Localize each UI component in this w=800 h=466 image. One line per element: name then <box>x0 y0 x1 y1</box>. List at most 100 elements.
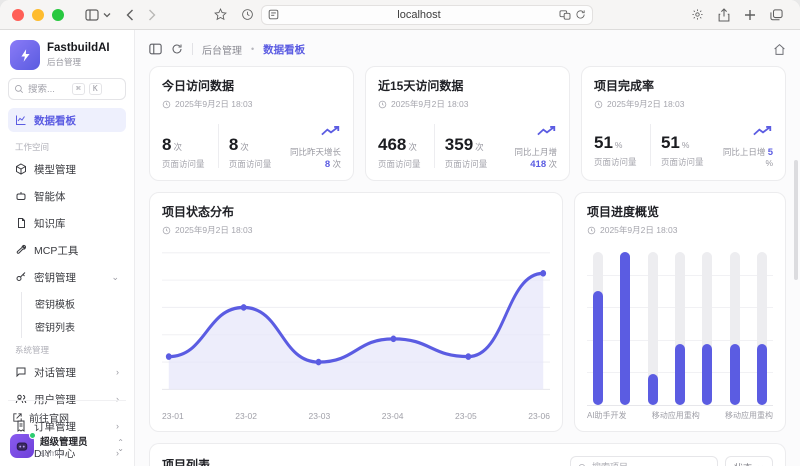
history-clock-icon[interactable] <box>241 8 254 21</box>
breadcrumb-root[interactable]: 后台管理 <box>202 42 242 57</box>
sidebar-item-label: 智能体 <box>34 189 119 204</box>
clock-icon <box>594 100 603 109</box>
stat-label: 页面访问量 <box>661 156 717 168</box>
stat-block: 8次 页面访问量 <box>229 135 285 170</box>
main-scrollbar[interactable] <box>794 160 798 280</box>
settings-gear-icon[interactable] <box>691 8 704 21</box>
new-tab-plus-icon[interactable] <box>744 9 756 21</box>
trend-prefix: 同比上月增 <box>514 147 557 157</box>
sidebar-search-input[interactable] <box>28 84 68 95</box>
user-name: 超级管理员 <box>40 434 88 448</box>
sidebar-item-models[interactable]: 模型管理 <box>8 157 126 181</box>
sidebar-search[interactable]: ⌘ K <box>8 78 126 100</box>
brand[interactable]: FastbuildAI 后台管理 <box>8 38 126 78</box>
chart-date: 2025年9月2日 18:03 <box>587 224 773 236</box>
chat-icon <box>15 366 27 378</box>
avatar <box>10 434 34 458</box>
bar[interactable] <box>648 374 658 405</box>
card-date: 2025年9月2日 18:03 <box>162 98 341 110</box>
tab-overview-icon[interactable] <box>770 9 783 21</box>
share-icon[interactable] <box>718 8 730 22</box>
sidebar-item-agents[interactable]: 智能体 <box>8 184 126 208</box>
stat-unit: 次 <box>475 142 484 152</box>
user-menu[interactable]: 超级管理员 admin ⌃⌄ <box>8 432 126 460</box>
line-chart-plot[interactable] <box>162 244 550 407</box>
stat-value: 8 <box>162 135 171 154</box>
x-tick-label: 23-06 <box>528 411 550 421</box>
bar-chart-card: 项目进度概览 2025年9月2日 18:03 AI助手开发移动应用重 <box>574 192 786 432</box>
stat-cards: 今日访问数据 2025年9月2日 18:03 8次 页面访问量 8次 <box>149 66 786 181</box>
bar-chart-plot[interactable] <box>587 244 773 406</box>
stat-value: 51 <box>661 133 680 152</box>
home-icon[interactable] <box>773 43 786 56</box>
trend-block: 同比昨天增长 8 次 <box>285 124 341 170</box>
clock-icon <box>587 226 596 235</box>
sidebar-subitem-key-templates[interactable]: 密钥模板 <box>31 292 126 315</box>
bar[interactable] <box>702 344 712 405</box>
bar-track <box>675 252 685 405</box>
x-tick-label: 移动应用重构 <box>725 410 773 421</box>
reload-icon[interactable] <box>575 9 586 20</box>
card-date: 2025年9月2日 18:03 <box>378 98 557 110</box>
stat-value: 359 <box>445 135 473 154</box>
chart-title: 项目状态分布 <box>162 203 550 220</box>
trend-value: 5 <box>768 147 773 158</box>
chevron-updown-icon: ⌃⌄ <box>117 440 124 452</box>
stat-value: 8 <box>229 135 238 154</box>
translate-badge-icon[interactable] <box>559 10 571 20</box>
project-search-input[interactable] <box>592 462 710 466</box>
x-tick-label: 23-01 <box>162 411 184 421</box>
card-date-text: 2025年9月2日 18:03 <box>607 98 685 110</box>
browser-chrome: localhost <box>0 0 800 30</box>
official-site-link[interactable]: 前往官网 <box>8 407 126 432</box>
chart-date-text: 2025年9月2日 18:03 <box>175 224 253 236</box>
project-search[interactable] <box>570 456 718 466</box>
sidebar-item-keys[interactable]: 密钥管理 ⌄ <box>8 265 126 289</box>
bar[interactable] <box>757 344 767 405</box>
main-content: 后台管理 • 数据看板 今日访问数据 2025年9月2日 18:03 <box>135 30 800 466</box>
collapse-sidebar-icon[interactable] <box>149 43 162 55</box>
chart-date: 2025年9月2日 18:03 <box>162 224 550 236</box>
document-icon <box>15 217 27 229</box>
close-window-button[interactable] <box>12 9 24 21</box>
clock-icon <box>378 100 387 109</box>
lightning-icon <box>18 48 33 63</box>
trend-up-icon <box>753 125 773 137</box>
bookmark-star-icon[interactable] <box>214 8 227 21</box>
bar-track <box>648 252 658 405</box>
sidebar-subitem-key-list[interactable]: 密钥列表 <box>31 315 126 338</box>
traffic-lights <box>12 9 64 21</box>
forward-icon[interactable] <box>148 9 156 21</box>
minimize-window-button[interactable] <box>32 9 44 21</box>
card-completion-rate: 项目完成率 2025年9月2日 18:03 51% 页面访问量 51% <box>581 66 786 181</box>
sidebar-item-dashboard[interactable]: 数据看板 <box>8 108 126 132</box>
trend-value: 418 <box>530 159 546 170</box>
trend-block: 同比上日增 5 % <box>717 124 773 168</box>
trend-unit: 次 <box>548 159 557 169</box>
wrench-icon <box>15 244 27 256</box>
chevron-down-icon[interactable] <box>103 12 111 18</box>
bar[interactable] <box>620 252 630 405</box>
sidebar: FastbuildAI 后台管理 ⌘ K 数据看板 工作空间 模型管理 <box>0 30 135 466</box>
x-tick-label: 23-04 <box>382 411 404 421</box>
bar[interactable] <box>675 344 685 405</box>
browser-sidebar-icon[interactable] <box>85 9 99 21</box>
sidebar-item-mcp-tools[interactable]: MCP工具 <box>8 238 126 262</box>
back-icon[interactable] <box>126 9 134 21</box>
bar[interactable] <box>593 291 603 405</box>
sidebar-item-knowledge[interactable]: 知识库 <box>8 211 126 235</box>
reader-page-icon[interactable] <box>268 9 279 20</box>
refresh-icon[interactable] <box>171 43 183 55</box>
breadcrumb-current-tab[interactable]: 数据看板 <box>263 42 305 57</box>
url-text[interactable]: localhost <box>279 9 559 21</box>
sidebar-item-conversations[interactable]: 对话管理 › <box>8 360 126 384</box>
bar-track <box>757 252 767 405</box>
stat-block: 359次 页面访问量 <box>445 135 501 170</box>
chevron-right-icon: › <box>116 367 119 377</box>
stat-unit: 次 <box>408 142 417 152</box>
status-filter-select[interactable]: 状态 <box>725 456 773 466</box>
address-bar[interactable]: localhost <box>261 5 593 25</box>
zoom-window-button[interactable] <box>52 9 64 21</box>
user-role: admin <box>40 448 88 458</box>
bar[interactable] <box>730 344 740 405</box>
